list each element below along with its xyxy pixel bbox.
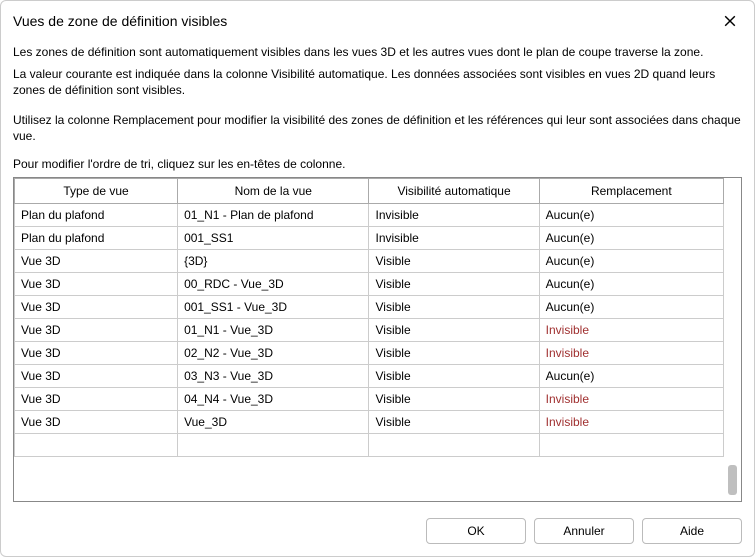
cell-replacement: Invisible: [539, 410, 723, 433]
sort-note: Pour modifier l'ordre de tri, cliquez su…: [13, 157, 742, 171]
window-title: Vues de zone de définition visibles: [13, 13, 227, 29]
cell-auto-visibility: Visible: [369, 410, 539, 433]
dialog-footer: OK Annuler Aide: [1, 508, 754, 556]
col-header-auto-visibility[interactable]: Visibilité automatique: [369, 178, 539, 203]
cell-replacement: Aucun(e): [539, 203, 723, 226]
cell-view-name: 02_N2 - Vue_3D: [178, 341, 369, 364]
cell-auto-visibility: Visible: [369, 272, 539, 295]
cell-replacement: Aucun(e): [539, 364, 723, 387]
close-icon: [724, 15, 736, 27]
col-header-view-type[interactable]: Type de vue: [15, 178, 178, 203]
views-table: Type de vue Nom de la vue Visibilité aut…: [14, 178, 724, 457]
table-row[interactable]: Plan du plafond001_SS1InvisibleAucun(e): [15, 226, 724, 249]
cell-view-name: {3D}: [178, 249, 369, 272]
cell-view-type: Plan du plafond: [15, 203, 178, 226]
cell-view-type: Vue 3D: [15, 249, 178, 272]
scrollbar-thumb[interactable]: [728, 465, 737, 495]
close-button[interactable]: [716, 9, 744, 33]
cell-view-type: [15, 433, 178, 456]
ok-button[interactable]: OK: [426, 518, 526, 544]
cell-view-name: 04_N4 - Vue_3D: [178, 387, 369, 410]
table-row[interactable]: Vue 3D03_N3 - Vue_3DVisibleAucun(e): [15, 364, 724, 387]
col-header-replacement[interactable]: Remplacement: [539, 178, 723, 203]
cell-view-type: Vue 3D: [15, 387, 178, 410]
vertical-scrollbar[interactable]: [724, 178, 741, 501]
table-header-row: Type de vue Nom de la vue Visibilité aut…: [15, 178, 724, 203]
cell-auto-visibility: Visible: [369, 364, 539, 387]
cell-view-type: Vue 3D: [15, 341, 178, 364]
table-row[interactable]: Vue 3DVue_3DVisibleInvisible: [15, 410, 724, 433]
table-row[interactable]: Vue 3D01_N1 - Vue_3DVisibleInvisible: [15, 318, 724, 341]
cell-auto-visibility: Visible: [369, 295, 539, 318]
table-row[interactable]: Vue 3D{3D}VisibleAucun(e): [15, 249, 724, 272]
cell-view-type: Vue 3D: [15, 318, 178, 341]
cell-view-name: 001_SS1 - Vue_3D: [178, 295, 369, 318]
cell-view-name: 01_N1 - Plan de plafond: [178, 203, 369, 226]
cell-view-name: 03_N3 - Vue_3D: [178, 364, 369, 387]
description-paragraph-1: Les zones de définition sont automatique…: [13, 44, 742, 60]
cell-auto-visibility: [369, 433, 539, 456]
dialog-content: Les zones de définition sont automatique…: [1, 39, 754, 508]
cell-view-name: 01_N1 - Vue_3D: [178, 318, 369, 341]
description-paragraph-3: Utilisez la colonne Remplacement pour mo…: [13, 112, 742, 144]
cell-view-type: Vue 3D: [15, 364, 178, 387]
title-bar: Vues de zone de définition visibles: [1, 1, 754, 39]
col-header-view-name[interactable]: Nom de la vue: [178, 178, 369, 203]
cell-view-type: Vue 3D: [15, 295, 178, 318]
cell-replacement: Aucun(e): [539, 272, 723, 295]
table-row[interactable]: [15, 433, 724, 456]
cell-view-name: [178, 433, 369, 456]
cell-view-type: Vue 3D: [15, 410, 178, 433]
table-row[interactable]: Vue 3D00_RDC - Vue_3DVisibleAucun(e): [15, 272, 724, 295]
cell-view-name: 00_RDC - Vue_3D: [178, 272, 369, 295]
cell-replacement: [539, 433, 723, 456]
cell-auto-visibility: Visible: [369, 341, 539, 364]
table-row[interactable]: Plan du plafond01_N1 - Plan de plafondIn…: [15, 203, 724, 226]
cell-replacement: Invisible: [539, 318, 723, 341]
cell-auto-visibility: Invisible: [369, 203, 539, 226]
cell-view-name: Vue_3D: [178, 410, 369, 433]
cancel-button[interactable]: Annuler: [534, 518, 634, 544]
cell-replacement: Aucun(e): [539, 226, 723, 249]
cell-replacement: Invisible: [539, 341, 723, 364]
table-row[interactable]: Vue 3D02_N2 - Vue_3DVisibleInvisible: [15, 341, 724, 364]
cell-auto-visibility: Visible: [369, 249, 539, 272]
cell-view-type: Vue 3D: [15, 272, 178, 295]
table-row[interactable]: Vue 3D04_N4 - Vue_3DVisibleInvisible: [15, 387, 724, 410]
cell-replacement: Aucun(e): [539, 249, 723, 272]
help-button[interactable]: Aide: [642, 518, 742, 544]
table-row[interactable]: Vue 3D001_SS1 - Vue_3DVisibleAucun(e): [15, 295, 724, 318]
cell-auto-visibility: Visible: [369, 318, 539, 341]
cell-replacement: Invisible: [539, 387, 723, 410]
description-paragraph-2: La valeur courante est indiquée dans la …: [13, 66, 742, 98]
cell-view-name: 001_SS1: [178, 226, 369, 249]
views-table-wrapper: Type de vue Nom de la vue Visibilité aut…: [13, 177, 742, 502]
cell-view-type: Plan du plafond: [15, 226, 178, 249]
cell-replacement: Aucun(e): [539, 295, 723, 318]
cell-auto-visibility: Invisible: [369, 226, 539, 249]
cell-auto-visibility: Visible: [369, 387, 539, 410]
